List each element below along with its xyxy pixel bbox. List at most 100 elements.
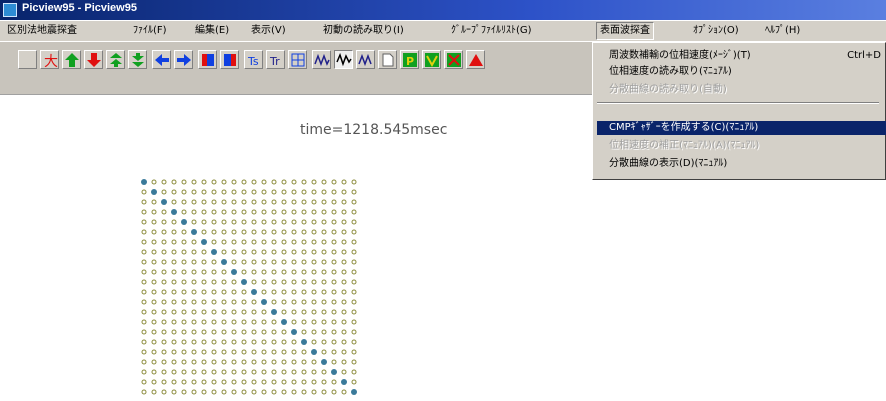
blank-icon[interactable] — [18, 50, 37, 69]
matrix-dot — [291, 299, 297, 305]
matrix-dot — [161, 349, 167, 355]
matrix-dot — [341, 239, 347, 245]
matrix-dot — [311, 339, 317, 345]
matrix-dot — [151, 239, 157, 245]
menu-surface-wave[interactable]: 表面波探査 — [596, 22, 654, 40]
app-icon[interactable] — [3, 3, 17, 17]
menu-seismic[interactable]: 区別法地震探査 — [4, 23, 80, 39]
arrow-down-icon[interactable] — [84, 50, 103, 69]
matrix-dot — [141, 289, 147, 295]
triangle-icon[interactable] — [466, 50, 485, 69]
menu-help[interactable]: ﾍﾙﾌﾟ(H) — [762, 23, 803, 39]
matrix-dot — [211, 179, 217, 185]
matrix-dot — [251, 229, 257, 235]
matrix-dot — [271, 279, 277, 285]
matrix-dot — [311, 249, 317, 255]
wave-b-icon[interactable] — [356, 50, 375, 69]
matrix-dot — [291, 309, 297, 315]
wave-icon[interactable] — [312, 50, 331, 69]
matrix-diagonal-dot — [261, 299, 267, 305]
doc-icon[interactable] — [378, 50, 397, 69]
matrix-dot — [321, 349, 327, 355]
tt2-icon[interactable]: Tr — [266, 50, 285, 69]
arrow-left-icon[interactable] — [152, 50, 171, 69]
matrix-diagonal-dot — [191, 229, 197, 235]
matrix-dot — [211, 369, 217, 375]
matrix-dot — [251, 359, 257, 365]
matrix-dot — [221, 359, 227, 365]
matrix-dot — [241, 349, 247, 355]
matrix-dot — [201, 229, 207, 235]
p-icon[interactable]: P — [400, 50, 419, 69]
matrix-dot — [311, 229, 317, 235]
matrix-dot — [181, 369, 187, 375]
matrix-dot — [271, 249, 277, 255]
matrix-dot — [231, 239, 237, 245]
matrix-dot — [231, 349, 237, 355]
matrix-dot — [321, 379, 327, 385]
double-down-icon[interactable] — [128, 50, 147, 69]
matrix-dot — [221, 229, 227, 235]
matrix-dot — [351, 189, 357, 195]
matrix-dot — [161, 249, 167, 255]
matrix-dot — [271, 269, 277, 275]
matrix-dot — [261, 389, 267, 395]
matrix-dot — [241, 389, 247, 395]
menu-options[interactable]: ｵﾌﾟｼｮﾝ(O) — [690, 23, 742, 39]
matrix-dot — [181, 199, 187, 205]
matrix-dot — [221, 379, 227, 385]
grid-icon[interactable] — [288, 50, 307, 69]
matrix-dot — [191, 349, 197, 355]
matrix-dot — [301, 209, 307, 215]
matrix-dot — [151, 369, 157, 375]
matrix-dot — [281, 349, 287, 355]
matrix-dot — [321, 229, 327, 235]
matrix-diagonal-dot — [291, 329, 297, 335]
matrix-dot — [311, 389, 317, 395]
v-icon[interactable] — [422, 50, 441, 69]
menu-item-phase-velocity-image[interactable]: 周波数補輸の位相速度(ﾒｰｼﾞ)(T) Ctrl+D — [597, 49, 886, 63]
matrix-dot — [221, 239, 227, 245]
matrix-dot — [291, 349, 297, 355]
matrix-dot — [241, 289, 247, 295]
matrix-dot — [301, 199, 307, 205]
matrix-dot — [291, 239, 297, 245]
matrix-dot — [301, 299, 307, 305]
menu-first-arrival[interactable]: 初動の読み取り(I) — [320, 23, 407, 39]
arrow-right-icon[interactable] — [174, 50, 193, 69]
matrix-dot — [191, 359, 197, 365]
matrix-dot — [261, 179, 267, 185]
wave-a-icon[interactable] — [334, 50, 353, 69]
matrix-dot — [191, 239, 197, 245]
matrix-dot — [221, 219, 227, 225]
menu-group-file-list[interactable]: ｸﾞﾙｰﾌﾟﾌｧｲﾙﾘｽﾄ(G) — [448, 23, 535, 39]
matrix-dot — [231, 219, 237, 225]
menu-item-create-cmp-gather[interactable]: CMPｷﾞｬｻﾞｰを作成する(C)(ﾏﾆｭｱﾙ) — [597, 121, 886, 135]
matrix-dot — [141, 349, 147, 355]
matrix-dot — [341, 289, 347, 295]
matrix-dot — [181, 299, 187, 305]
matrix-dot — [161, 309, 167, 315]
arrow-up-icon[interactable] — [62, 50, 81, 69]
matrix-dot — [311, 279, 317, 285]
matrix-dot — [291, 379, 297, 385]
matrix-dot — [231, 329, 237, 335]
matrix-dot — [201, 249, 207, 255]
menu-view[interactable]: 表示(V) — [248, 23, 289, 39]
matrix-dot — [351, 249, 357, 255]
matrix-dot — [161, 289, 167, 295]
tt-icon[interactable]: Ts — [244, 50, 263, 69]
menu-file[interactable]: ﾌｧｲﾙ(F) — [130, 23, 170, 39]
block2-icon[interactable] — [220, 50, 239, 69]
double-up-icon[interactable] — [106, 50, 125, 69]
matrix-dot — [261, 339, 267, 345]
kanji-icon[interactable]: 大 — [40, 50, 59, 69]
x-icon[interactable] — [444, 50, 463, 69]
menu-edit[interactable]: 編集(E) — [192, 23, 232, 39]
block-icon[interactable] — [198, 50, 217, 69]
menu-item-show-dispersion[interactable]: 分散曲線の表示(D)(ﾏﾆｭｱﾙ) — [597, 157, 886, 171]
matrix-diagonal-dot — [211, 249, 217, 255]
menu-item-phase-velocity-manual[interactable]: 位相速度の読み取り(ﾏﾆｭｱﾙ) — [597, 65, 886, 79]
matrix-dot — [171, 259, 177, 265]
matrix-dot — [351, 299, 357, 305]
